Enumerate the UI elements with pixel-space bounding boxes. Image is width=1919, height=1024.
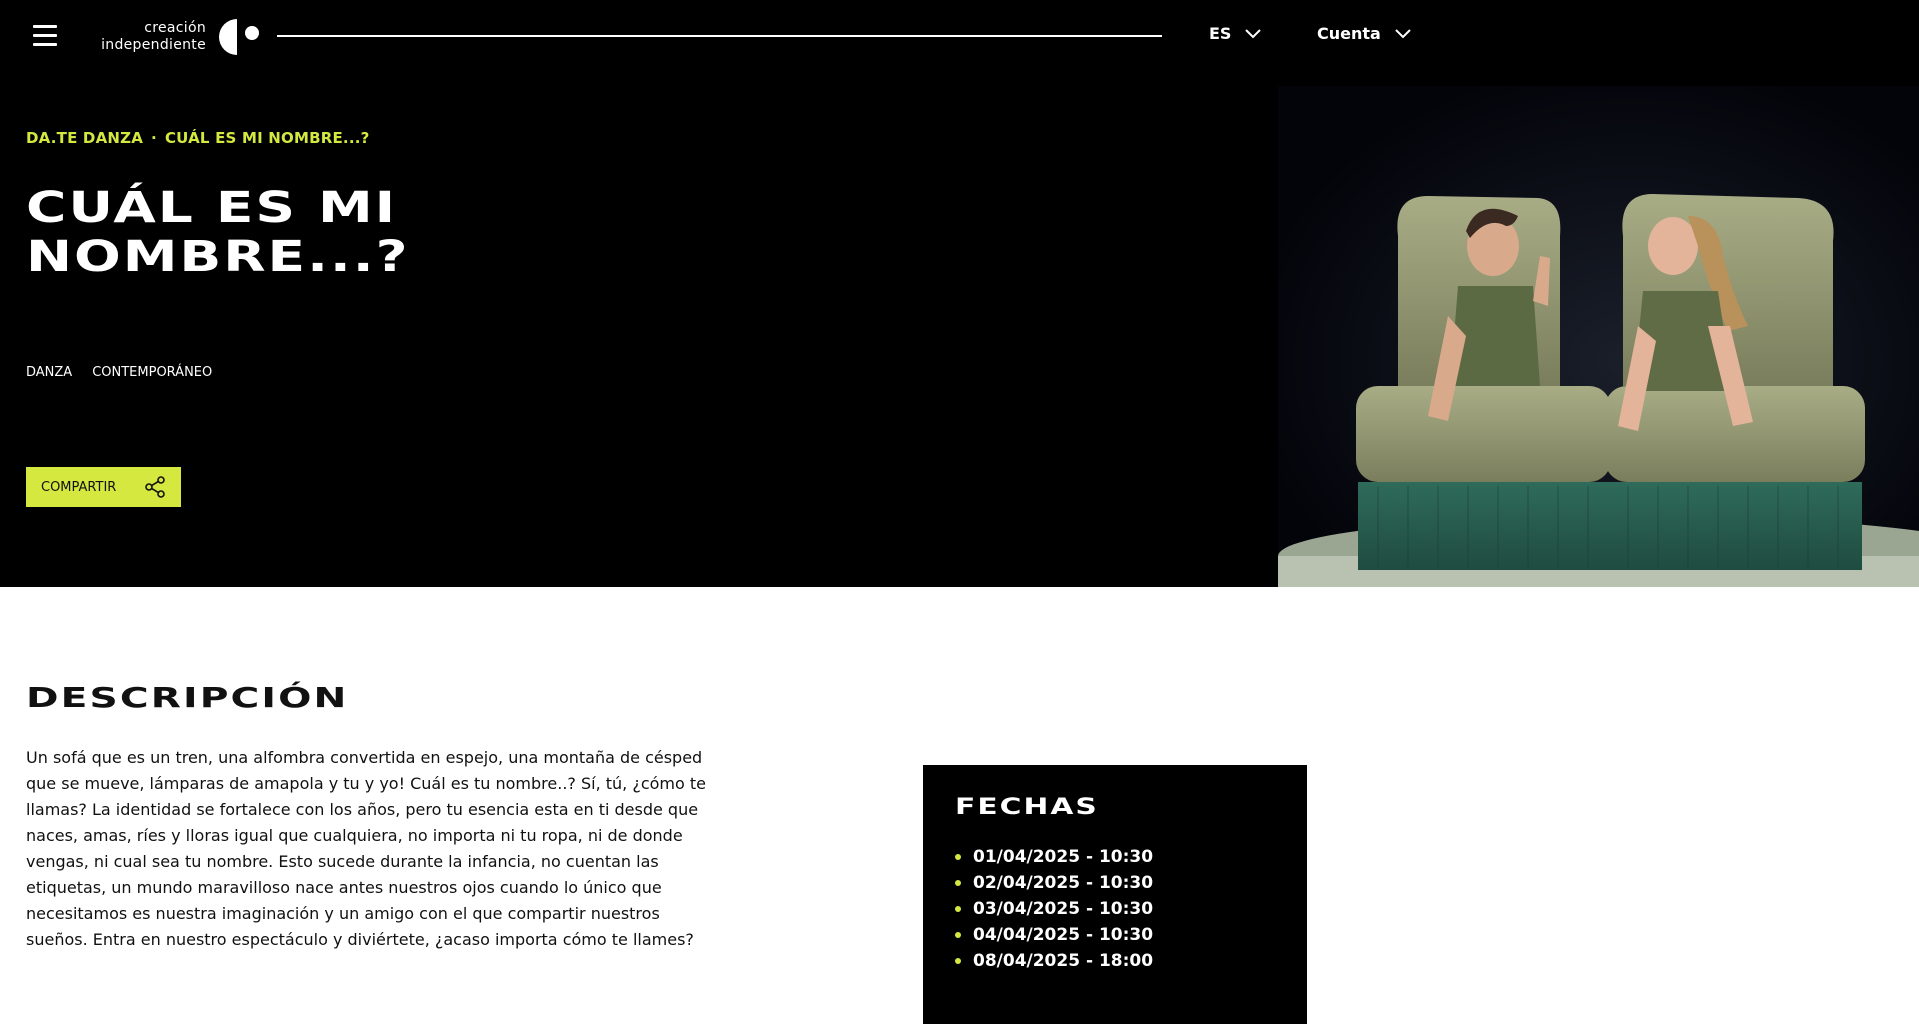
bullet-dot-icon [955,932,961,938]
category-tags: DANZA CONTEMPORÁNEO [26,365,212,380]
dates-heading: FECHAS [955,795,1099,820]
top-navigation: creación independiente ES Cuenta [0,0,1919,72]
header-divider [277,35,1162,37]
page-title-line-2: NOMBRE...? [26,232,410,282]
logo-line-2: independiente [101,37,206,53]
share-button-label: COMPARTIR [41,479,117,495]
breadcrumb-separator: · [151,129,157,147]
breadcrumb-company[interactable]: DA.TE DANZA [26,129,143,147]
dates-panel: FECHAS 01/04/2025 - 10:30 02/04/2025 - 1… [923,765,1307,1024]
date-item-text: 08/04/2025 - 18:00 [973,951,1154,971]
bullet-dot-icon [955,880,961,886]
account-label: Cuenta [1317,24,1381,43]
chevron-down-icon [1395,28,1411,38]
breadcrumb-show[interactable]: CUÁL ES MI NOMBRE...? [165,129,370,147]
date-item-text: 01/04/2025 - 10:30 [973,847,1154,867]
site-logo[interactable]: creación independiente [78,20,206,54]
account-menu[interactable]: Cuenta [1317,24,1411,43]
breadcrumb: DA.TE DANZA · CUÁL ES MI NOMBRE...? [26,129,370,147]
share-icon [145,476,165,498]
date-item: 04/04/2025 - 10:30 [955,922,1307,948]
bullet-dot-icon [955,854,961,860]
date-item: 01/04/2025 - 10:30 [955,844,1307,870]
logo-line-1: creación [144,20,206,36]
show-photo [1278,86,1919,587]
language-selector[interactable]: ES [1209,24,1262,43]
description-heading: DESCRIPCIÓN [26,681,349,714]
page-title-line-1: CUÁL ES MI [26,183,398,233]
tag-danza[interactable]: DANZA [26,365,72,380]
date-item: 03/04/2025 - 10:30 [955,896,1307,922]
bullet-dot-icon [955,906,961,912]
chevron-down-icon [1245,28,1262,38]
description-text: Un sofá que es un tren, una alfombra con… [26,748,706,949]
date-item: 02/04/2025 - 10:30 [955,870,1307,896]
language-label: ES [1209,24,1232,43]
menu-icon[interactable] [33,25,57,47]
bullet-dot-icon [955,958,961,964]
date-item-text: 04/04/2025 - 10:30 [973,925,1154,945]
date-item-text: 02/04/2025 - 10:30 [973,873,1154,893]
tag-contemporaneo[interactable]: CONTEMPORÁNEO [92,365,212,380]
page-title: CUÁL ES MI NOMBRE...? [26,184,794,282]
logo-mark-icon[interactable] [218,18,262,56]
date-item-text: 03/04/2025 - 10:30 [973,899,1154,919]
share-button[interactable]: COMPARTIR [26,467,181,507]
date-item: 08/04/2025 - 18:00 [955,948,1307,974]
dates-list: 01/04/2025 - 10:30 02/04/2025 - 10:30 03… [955,844,1307,974]
show-photo-illustration [1278,86,1919,587]
hero-section: DA.TE DANZA · CUÁL ES MI NOMBRE...? CUÁL… [0,72,1919,587]
